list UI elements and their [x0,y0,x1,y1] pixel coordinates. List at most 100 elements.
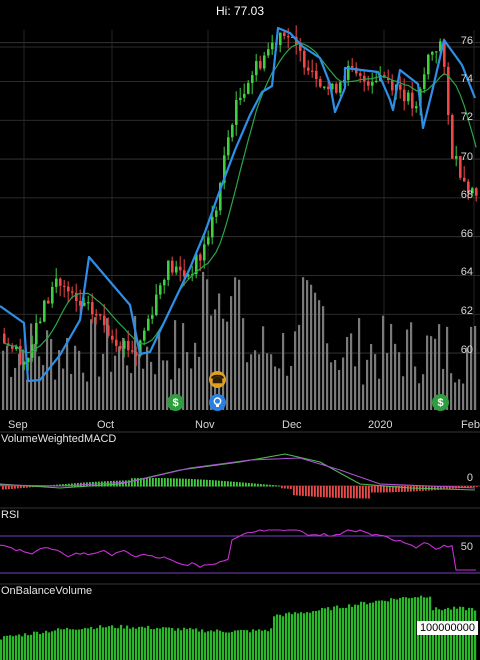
obv-bar [213,631,216,660]
rsi-mid-tick: 50 [460,541,473,553]
candle-body [159,285,162,295]
macd-histogram-bar [356,486,358,499]
macd-histogram-bar [170,478,172,487]
dividend-dollar-icon[interactable]: $ [432,394,449,411]
candle-body [135,351,138,356]
volume-bar [146,346,149,410]
price-tick-60: 60 [460,344,473,356]
candle-body [163,279,166,286]
high-price-label: Hi: 77.03 [215,4,265,18]
obv-bar [75,629,78,660]
macd-histogram-bar [161,478,163,487]
stock-chart[interactable] [0,0,480,660]
earnings-phone-icon[interactable]: ☎ [209,371,226,388]
volume-bar [358,318,361,410]
macd-histogram-bar [374,486,376,493]
obv-bar [180,630,183,660]
month-tick-dec: Dec [282,419,302,431]
volume-bar [466,347,469,410]
candle-body [91,302,94,315]
candle-body [375,80,378,83]
obv-bar [246,630,249,660]
volume-bar [218,293,221,410]
obv-bar [360,601,363,660]
macd-histogram-bar [23,486,25,488]
obv-bar [204,632,207,660]
macd-histogram-bar [218,480,220,487]
obv-bar [150,629,153,660]
obv-bar [219,630,222,660]
price-tick-72: 72 [460,111,473,123]
volume-bar [246,362,249,410]
obv-bar [141,626,144,660]
macd-histogram-bar [176,478,178,487]
volume-bar [186,352,189,410]
candle-body [55,278,58,287]
obv-bar [336,605,339,660]
macd-histogram-bar [116,480,118,487]
candle-body [423,74,426,89]
volume-bar [318,300,321,410]
candle-body [447,66,450,116]
obv-bar [96,628,99,660]
price-tick-64: 64 [460,266,473,278]
macd-histogram-bar [245,482,247,487]
macd-histogram-bar [14,486,16,489]
macd-histogram-bar [152,478,154,487]
volume-bar [450,373,453,410]
volume-bar [138,353,141,410]
obv-bar [18,634,21,660]
volume-bar [70,373,73,410]
obv-bar [39,634,42,660]
macd-histogram-bar [473,486,475,488]
candle-body [319,78,322,87]
candle-body [271,42,274,50]
obv-bar [240,629,243,660]
macd-histogram-bar [236,481,238,487]
candle-body [311,70,314,72]
volume-bar [462,383,465,410]
obv-bar [378,600,381,660]
volume-bar [198,356,201,410]
volume-bar [94,317,97,410]
obv-bar [168,627,171,660]
candle-body [127,341,130,351]
volume-bar [38,356,41,410]
candle-body [155,294,158,316]
macd-histogram-bar [323,486,325,498]
obv-bar [93,629,96,660]
macd-histogram-bar [272,485,274,487]
volume-bar [90,319,93,410]
candle-body [247,82,250,94]
obv-bar [210,630,213,660]
candle-body [283,32,286,36]
volume-bar [322,306,325,410]
info-bulb-icon[interactable] [209,394,226,411]
obv-bar [255,630,258,660]
macd-histogram-bar [410,486,412,492]
price-tick-76: 76 [460,35,473,47]
obv-bar [303,613,306,660]
obv-bar [282,616,285,660]
obv-bar [402,597,405,660]
dividend-dollar-icon[interactable]: $ [167,394,184,411]
volume-bar [270,354,273,410]
obv-bar [9,635,12,660]
macd-histogram-bar [302,486,304,496]
price-tick-62: 62 [460,305,473,317]
macd-histogram-bar [5,486,7,490]
candle-body [431,52,434,55]
price-tick-74: 74 [460,73,473,85]
obv-bar [177,628,180,660]
macd-histogram-bar [149,478,151,487]
obv-bar [330,610,333,660]
macd-histogram-bar [284,486,286,489]
obv-bar [195,628,198,660]
volume-bar [142,368,145,410]
candle-body [327,86,330,90]
bulb-shape [213,397,222,407]
obv-bar [162,627,165,660]
macd-panel-title: VolumeWeightedMACD [1,433,117,445]
volume-bar [206,279,209,410]
obv-bar [258,629,261,660]
